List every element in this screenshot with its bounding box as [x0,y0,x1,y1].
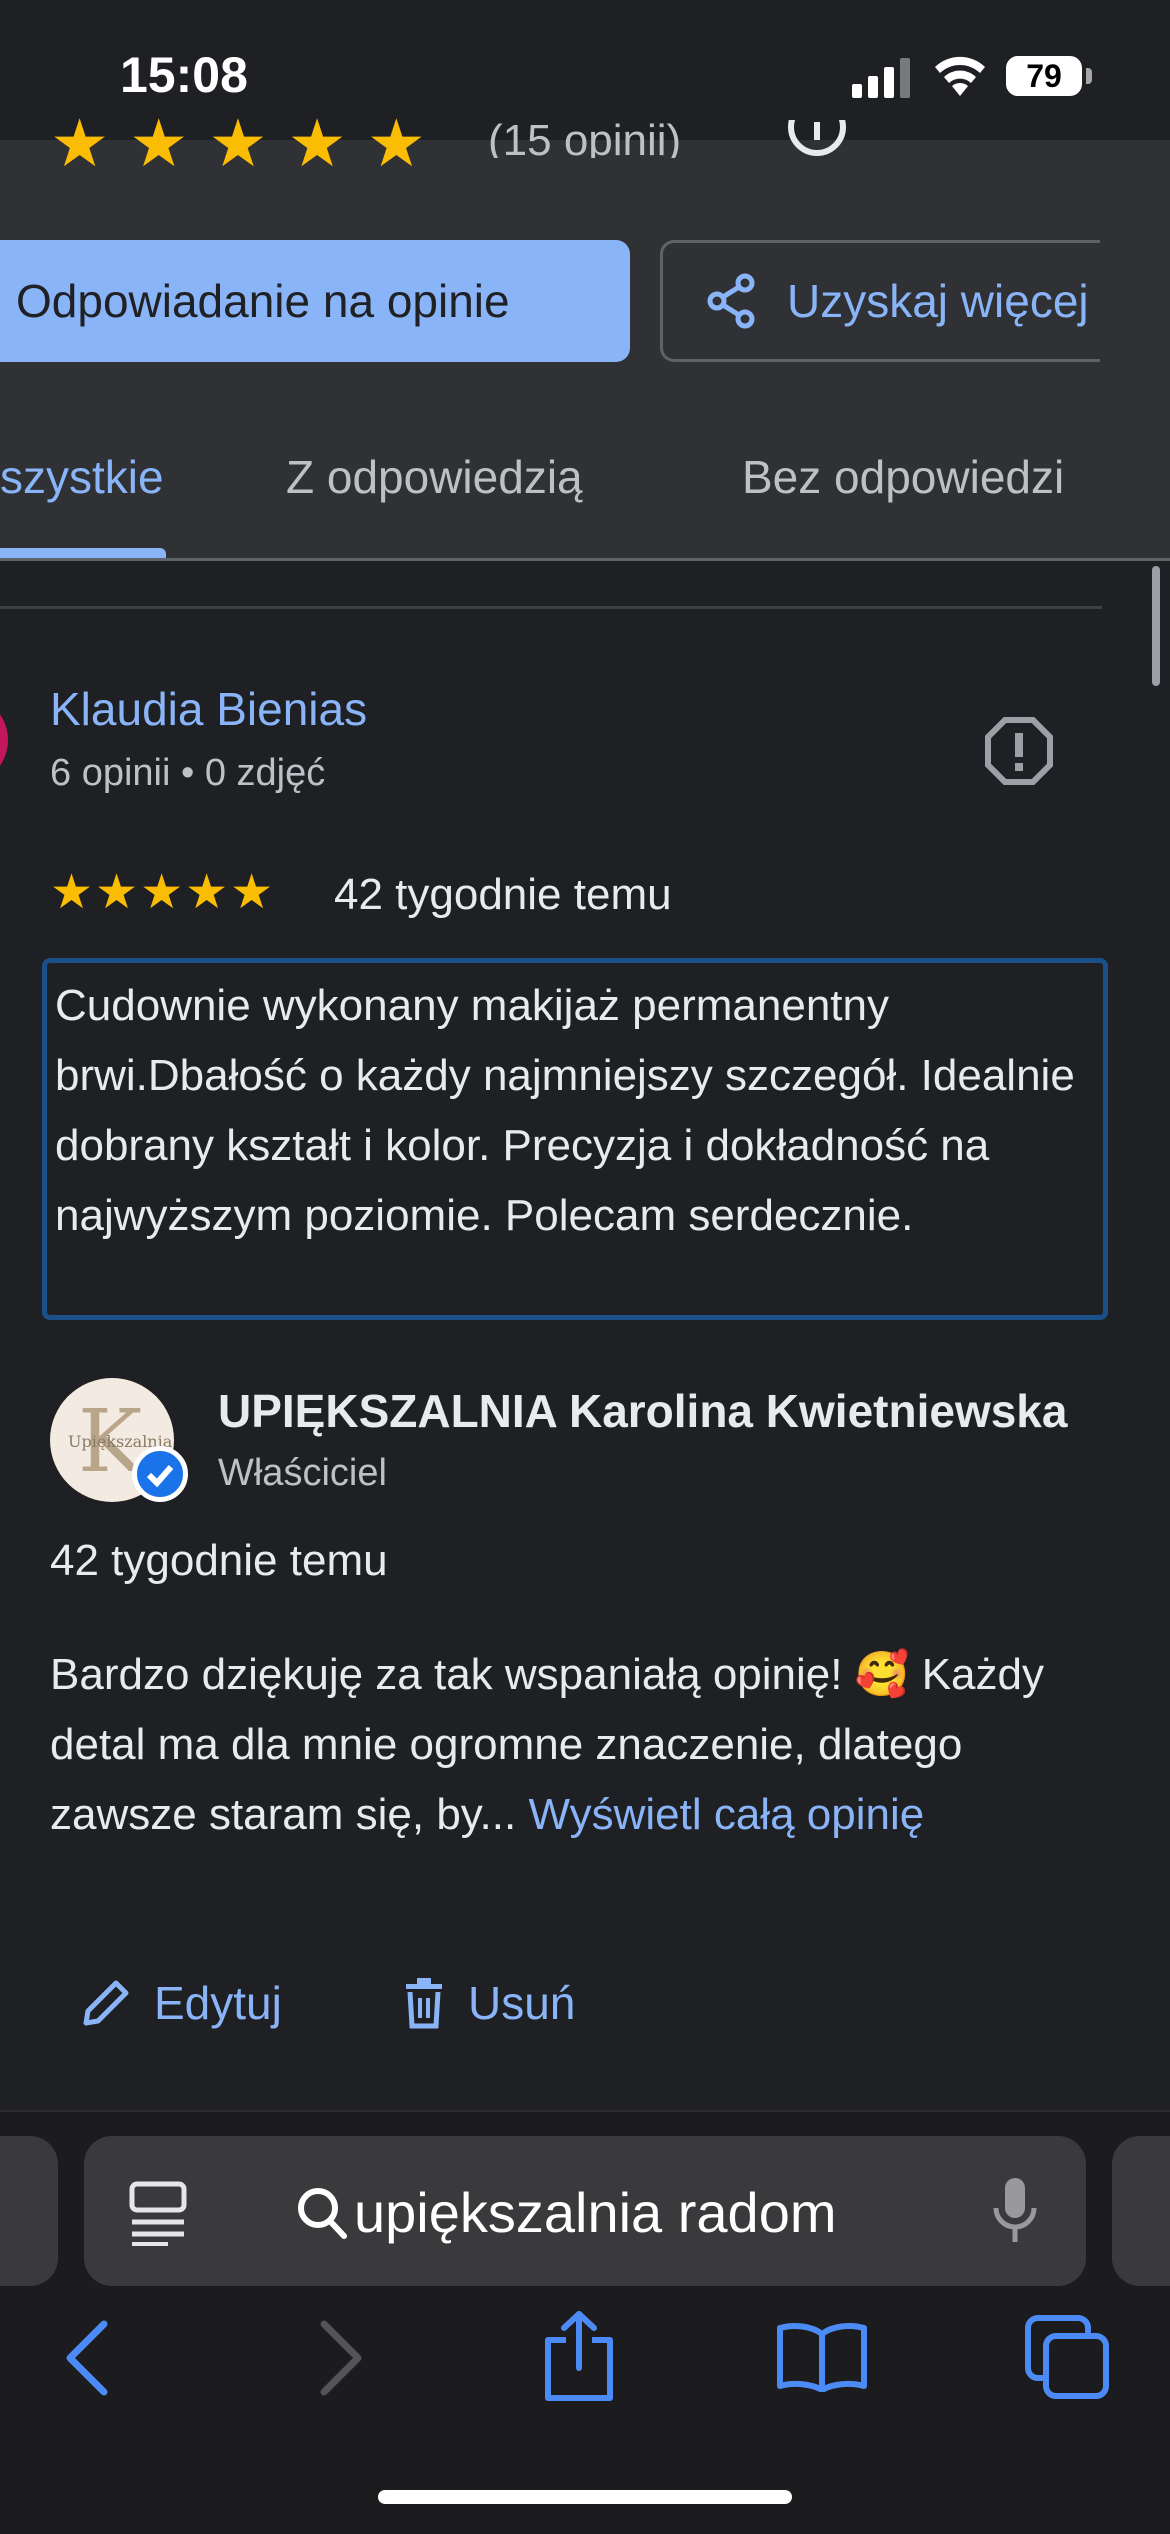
battery-indicator: 79 [1006,56,1082,96]
get-more-reviews-label: Uzyskaj więcej opinii [787,275,1100,327]
tab-all[interactable]: szystkie [0,450,164,504]
share-icon[interactable] [542,2310,616,2402]
delete-reply-button[interactable]: Usuń [402,1976,575,2030]
reviewer-avatar[interactable] [0,695,8,785]
review-stars: ★★★★★ [50,866,276,919]
wifi-icon [935,56,985,96]
review-text[interactable]: Cudownie wykonany makijaż permanentny br… [42,958,1108,1320]
tab-without-reply[interactable]: Bez odpowiedzi [742,450,1114,504]
reply-time: 42 tygodnie temu [50,1536,388,1585]
home-indicator[interactable] [378,2490,792,2504]
scrollbar[interactable] [1152,566,1160,686]
info-icon[interactable] [786,120,848,158]
get-more-reviews-button[interactable]: Uzyskaj więcej opinii [660,240,1100,362]
review-time: 42 tygodnie temu [334,870,672,919]
star-icon: ★ [208,110,268,170]
owner-role: Właściciel [218,1452,387,1494]
star-icon: ★ [50,110,110,170]
tab-without-reply-label: Bez odpowiedzi [742,451,1065,503]
owner-reply-text: Bardzo dziękuję za tak wspaniałą opinię!… [50,1640,1120,1850]
status-time: 15:08 [120,47,248,103]
edit-reply-button[interactable]: Edytuj [80,1976,282,2030]
bookmarks-icon[interactable] [776,2322,868,2392]
previous-tab-peek[interactable] [0,2136,58,2286]
star-icon: ★ [129,110,189,170]
active-tab-indicator [0,548,166,558]
microphone-icon[interactable] [992,2176,1038,2246]
share-icon [707,273,755,329]
tab-with-reply-label: Z odpowiedzią [286,451,583,503]
reply-to-reviews-button[interactable]: Odpowiadanie na opinie [0,240,630,362]
back-icon[interactable] [62,2318,112,2398]
trash-icon [406,1978,442,2029]
signal-icon [852,58,910,98]
reply-to-reviews-label: Odpowiadanie na opinie [16,275,510,327]
reviewer-meta: 6 opinii • 0 zdjęć [50,752,326,794]
show-full-review-link[interactable]: Wyświetl całą opinię [528,1790,924,1839]
battery-nub [1086,68,1092,84]
owner-name: UPIĘKSZALNIA Karolina Kwietniewska [218,1385,1068,1437]
report-icon[interactable] [984,716,1054,786]
search-icon [298,2188,347,2239]
review-count: (15 opinii) [488,116,682,158]
tab-all-label: szystkie [0,451,164,503]
forward-icon[interactable] [316,2318,366,2398]
divider [0,558,1170,561]
reviewer-name[interactable]: Klaudia Bienias [50,682,367,736]
address-text[interactable]: upiększalnia radom [354,2180,836,2245]
star-icon: ★ [366,110,426,170]
edit-reply-label: Edytuj [154,1977,282,2029]
star-icon: ★ [287,110,347,170]
rating-stars: ★ ★ ★ ★ ★ [50,110,446,170]
verified-icon [132,1446,188,1502]
next-tab-peek[interactable] [1112,2136,1170,2286]
page-menu-icon[interactable] [128,2180,188,2246]
divider [0,606,1102,609]
tab-with-reply[interactable]: Z odpowiedzią [286,450,583,504]
review-filter-tabs: szystkie Z odpowiedzią Bez odpowiedzi [0,420,1170,560]
delete-reply-label: Usuń [468,1977,576,2029]
pencil-icon [83,1980,129,2026]
tabs-icon[interactable] [1024,2314,1112,2400]
